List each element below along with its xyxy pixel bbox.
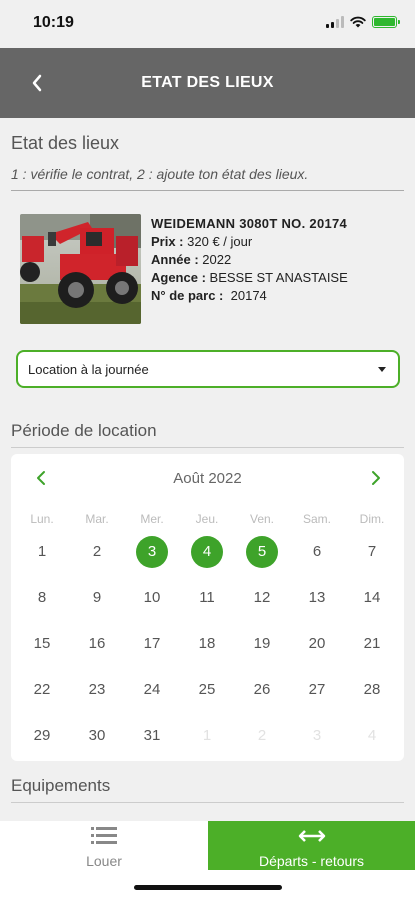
weekday-label: Jeu.: [195, 512, 219, 526]
machine-name: WEIDEMANN 3080T NO. 20174: [151, 216, 348, 231]
calendar-day[interactable]: 23: [81, 674, 113, 706]
period-title: Période de location: [11, 421, 157, 440]
calendar-day-outside-month: 4: [367, 727, 377, 744]
machine-park-number: N° de parc : 20174: [151, 288, 267, 303]
main-content[interactable]: Etat des lieux 1 : vérifie le contrat, 2…: [0, 118, 415, 821]
tab-departs-retours[interactable]: Départs - retours: [208, 821, 415, 870]
calendar-day[interactable]: 1: [26, 536, 58, 568]
section-title: Etat des lieux: [11, 133, 120, 153]
wifi-icon: [350, 16, 366, 28]
calendar-day[interactable]: 28: [356, 674, 388, 706]
calendar-day[interactable]: 10: [136, 582, 168, 614]
signal-icon: [326, 16, 344, 28]
calendar-day[interactable]: 9: [81, 582, 113, 614]
calendar-day[interactable]: 11: [191, 582, 223, 614]
calendar-day[interactable]: 26: [246, 674, 278, 706]
tab-louer-label: Louer: [86, 853, 122, 869]
calendar-day[interactable]: 15: [26, 628, 58, 660]
page-title: ETAT DES LIEUX: [141, 74, 274, 91]
chevron-right-icon: [372, 471, 380, 485]
calendar-day[interactable]: 13: [301, 582, 333, 614]
rental-type-value: Location à la journée: [28, 362, 149, 377]
calendar-day[interactable]: 19: [246, 628, 278, 660]
calendar-day[interactable]: 17: [136, 628, 168, 660]
calendar-day-selected[interactable]: 4: [191, 536, 223, 568]
equipment-title: Equipements: [11, 776, 111, 795]
divider: [11, 190, 404, 191]
header: ETAT DES LIEUX: [0, 48, 415, 118]
weekday-label: Mer.: [140, 512, 164, 526]
battery-icon: [372, 16, 400, 28]
calendar-day-outside-month: 3: [312, 727, 322, 744]
calendar-day-selected[interactable]: 3: [136, 536, 168, 568]
weekday-label: Mar.: [85, 512, 109, 526]
calendar-day[interactable]: 14: [356, 582, 388, 614]
calendar-day[interactable]: 30: [81, 720, 113, 752]
calendar-day[interactable]: 6: [301, 536, 333, 568]
calendar-day[interactable]: 18: [191, 628, 223, 660]
weekday-label: Ven.: [249, 512, 275, 526]
calendar-day[interactable]: 29: [26, 720, 58, 752]
double-arrow-icon: [298, 830, 325, 842]
calendar-day[interactable]: 31: [136, 720, 168, 752]
calendar-day[interactable]: 22: [26, 674, 58, 706]
calendar: Août 2022 Lun. Mar. Mer. Jeu. Ven. Sam. …: [11, 454, 404, 761]
calendar-day[interactable]: 16: [81, 628, 113, 660]
calendar-day-selected[interactable]: 5: [246, 536, 278, 568]
calendar-day-outside-month: 2: [257, 727, 267, 744]
calendar-month: Août 2022: [173, 470, 242, 487]
machine-agency: Agence : BESSE ST ANASTAISE: [151, 270, 348, 285]
next-month-button[interactable]: [366, 468, 386, 488]
calendar-day[interactable]: 20: [301, 628, 333, 660]
calendar-day-outside-month: 1: [202, 727, 212, 744]
home-indicator: [134, 885, 282, 890]
status-icons: [326, 16, 400, 28]
weekday-label: Sam.: [302, 512, 331, 526]
calendar-day[interactable]: 7: [356, 536, 388, 568]
list-icon: [91, 827, 117, 844]
calendar-day[interactable]: 25: [191, 674, 223, 706]
machine-price: Prix : 320 € / jour: [151, 234, 253, 249]
machine-year: Année : 2022: [151, 252, 232, 267]
tab-departs-label: Départs - retours: [258, 853, 365, 869]
rental-type-select[interactable]: Location à la journée: [16, 350, 400, 388]
machine-info: WEIDEMANN 3080T NO. 20174 Prix : 320 € /…: [151, 215, 348, 305]
divider: [11, 802, 404, 803]
calendar-day[interactable]: 12: [246, 582, 278, 614]
status-bar: 10:19: [0, 0, 415, 48]
calendar-day[interactable]: 8: [26, 582, 58, 614]
tab-louer[interactable]: Louer: [0, 821, 208, 870]
weekday-label: Dim.: [359, 512, 385, 526]
calendar-day[interactable]: 21: [356, 628, 388, 660]
calendar-day[interactable]: 24: [136, 674, 168, 706]
section-subtitle: 1 : vérifie le contrat, 2 : ajoute ton é…: [11, 166, 309, 182]
calendar-day[interactable]: 2: [81, 536, 113, 568]
caret-down-icon: [378, 367, 386, 372]
divider: [11, 447, 404, 448]
machine-photo: [20, 214, 141, 324]
status-time: 10:19: [33, 14, 74, 31]
weekday-label: Lun.: [30, 512, 54, 526]
calendar-day[interactable]: 27: [301, 674, 333, 706]
